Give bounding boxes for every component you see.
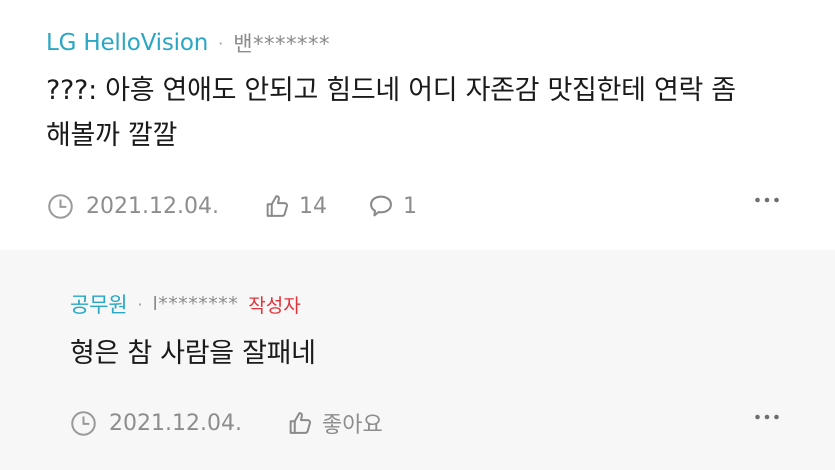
thumbs-up-icon bbox=[286, 409, 314, 437]
reply-date: 2021.12.04. bbox=[109, 410, 242, 436]
comment-user-id: 밴******* bbox=[233, 32, 331, 56]
reply-user-id: l******** bbox=[152, 293, 239, 315]
reply-author[interactable]: 공무원 bbox=[70, 289, 128, 319]
clock-icon bbox=[70, 410, 97, 437]
comment-like-button[interactable]: 14 bbox=[263, 192, 327, 220]
clock-icon bbox=[47, 193, 74, 220]
comment-author[interactable]: LG HelloVision bbox=[46, 30, 208, 56]
reply-like-button[interactable]: 좋아요 bbox=[286, 407, 383, 439]
more-dots-icon bbox=[754, 413, 780, 421]
comment-reply-button[interactable]: 1 bbox=[367, 192, 417, 220]
reply-like-label: 좋아요 bbox=[321, 413, 383, 438]
reply-more-button[interactable] bbox=[752, 402, 782, 432]
comment-reply-count: 1 bbox=[402, 193, 417, 219]
meta-separator: · bbox=[137, 294, 143, 314]
reply-text: 형은 참 사람을 잘패네 bbox=[70, 338, 316, 369]
comment: LG HelloVision · 밴******* ???: 아흥 연애도 안되… bbox=[0, 0, 835, 250]
comment-meta: LG HelloVision · 밴******* bbox=[46, 27, 330, 59]
meta-separator: · bbox=[218, 33, 224, 53]
comment-text: ???: 아흥 연애도 안되고 힘드네 어디 자존감 맛집한테 연락 좀 해볼까… bbox=[46, 75, 736, 151]
reply-meta: 공무원 · l******** 작성자 bbox=[70, 289, 301, 319]
reply-actions: 2021.12.04. 좋아요 bbox=[70, 406, 383, 440]
reply: 공무원 · l******** 작성자 형은 참 사람을 잘패네 2021.12… bbox=[0, 250, 835, 470]
comment-more-button[interactable] bbox=[752, 185, 782, 215]
speech-bubble-icon bbox=[367, 192, 395, 220]
comment-actions: 2021.12.04. 14 1 bbox=[47, 189, 417, 223]
writer-badge: 작성자 bbox=[248, 294, 301, 317]
comment-date: 2021.12.04. bbox=[86, 193, 219, 219]
comment-like-count: 14 bbox=[298, 193, 327, 219]
more-dots-icon bbox=[754, 196, 780, 204]
thumbs-up-icon bbox=[263, 192, 291, 220]
